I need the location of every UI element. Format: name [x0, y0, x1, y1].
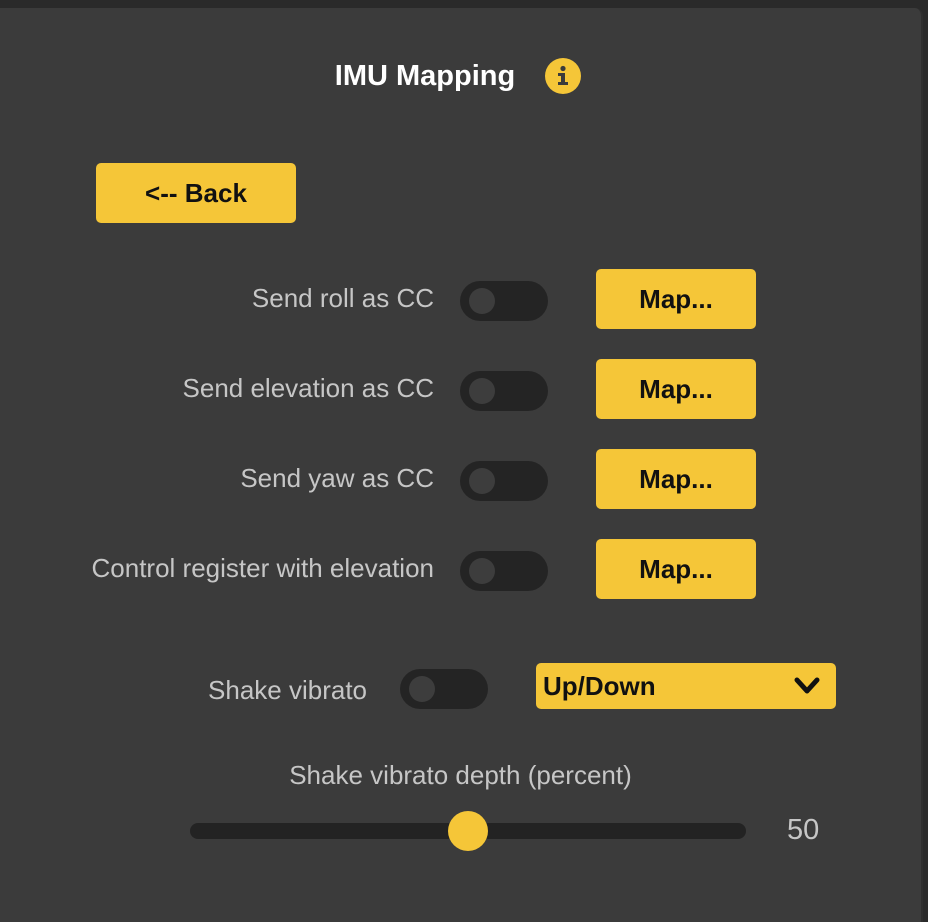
register-map-button[interactable]: Map... — [596, 539, 756, 599]
elevation-cc-toggle[interactable] — [460, 371, 548, 411]
shake-depth-label: Shake vibrato depth (percent) — [289, 760, 632, 790]
register-elevation-toggle[interactable] — [460, 551, 548, 591]
back-button[interactable]: <-- Back — [96, 163, 296, 223]
elevation-map-button[interactable]: Map... — [596, 359, 756, 419]
shake-depth-slider[interactable] — [190, 811, 746, 851]
toggle-knob — [469, 378, 495, 404]
page-title-text: IMU Mapping — [334, 60, 516, 92]
roll-cc-toggle[interactable] — [460, 281, 548, 321]
yaw-map-button[interactable]: Map... — [596, 449, 756, 509]
roll-map-button[interactable]: Map... — [596, 269, 756, 329]
toggle-knob — [469, 468, 495, 494]
chevron-down-icon — [794, 677, 820, 694]
toggle-knob — [469, 558, 495, 584]
shake-vibrato-toggle[interactable] — [400, 669, 488, 709]
shake-vibrato-label: Shake vibrato — [208, 675, 367, 705]
vibrato-direction-value: Up/Down — [543, 671, 656, 701]
yaw-cc-toggle[interactable] — [460, 461, 548, 501]
toggle-knob — [469, 288, 495, 314]
toggle-knob — [409, 676, 435, 702]
info-icon[interactable] — [545, 58, 581, 94]
roll-cc-label: Send roll as CC — [251, 283, 434, 313]
elevation-cc-label: Send elevation as CC — [182, 373, 434, 403]
page-title: IMU Mapping — [0, 60, 850, 93]
yaw-cc-label: Send yaw as CC — [240, 463, 434, 493]
slider-thumb[interactable] — [448, 811, 488, 851]
register-elevation-label: Control register with elevation — [91, 553, 435, 583]
shake-depth-value: 50 — [787, 814, 820, 846]
info-glyph — [558, 65, 568, 85]
vibrato-direction-select[interactable]: Up/Down — [536, 663, 836, 709]
